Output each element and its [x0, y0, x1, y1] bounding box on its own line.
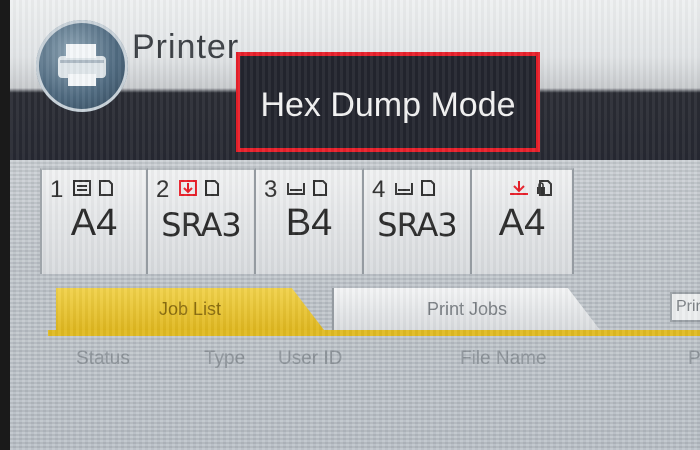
tray-2[interactable]: 2 SRA3 [148, 168, 256, 274]
tray-paper-size: B4 [285, 202, 333, 244]
tab-job-list[interactable]: Job List [56, 288, 324, 330]
tray-4[interactable]: 4 SRA3 [364, 168, 472, 274]
tray-paper-size: A4 [70, 202, 118, 244]
paper-tray-bar: 1 A4 2 SRA3 3 B4 4 SRA3 A4 [40, 168, 574, 274]
column-pages[interactable]: P [688, 348, 700, 370]
paper-feed-icon [179, 180, 197, 196]
paper-sheet-icon [205, 180, 219, 196]
tray-number: 2 [156, 176, 170, 203]
tray-paper-size: SRA3 [161, 206, 242, 244]
mode-label: Hex Dump Mode [260, 86, 516, 124]
tray-paper-size: A4 [498, 202, 546, 244]
column-status[interactable]: Status [76, 348, 130, 370]
tray-number: 4 [372, 176, 386, 203]
column-file-name[interactable]: File Name [460, 348, 547, 370]
tray-number: 3 [264, 176, 278, 203]
paper-sheet-icon [421, 180, 435, 196]
tray-1[interactable]: 1 A4 [40, 168, 148, 274]
job-tabs: Job List Print Jobs Prin [48, 288, 700, 344]
tray-paper-size: SRA3 [377, 206, 458, 244]
bypass-tray[interactable]: A4 [472, 168, 574, 274]
paper-stack-icon [73, 180, 91, 196]
printer-panel-screen: Printer Hex Dump Mode 1 A4 2 SRA3 3 B4 4… [10, 0, 700, 450]
bypass-feed-icon [510, 181, 528, 195]
print-button[interactable]: Prin [670, 292, 700, 322]
column-user-id[interactable]: User ID [278, 348, 342, 370]
paper-sheet-icon [99, 180, 113, 196]
tab-print-jobs[interactable]: Print Jobs [332, 288, 600, 330]
paper-sheet-icon [313, 180, 327, 196]
hex-dump-mode-indicator: Hex Dump Mode [236, 52, 540, 152]
tray-3[interactable]: 3 B4 [256, 168, 364, 274]
job-list-header: Status Type User ID File Name P [10, 344, 700, 374]
locked-paper-icon [537, 180, 552, 196]
app-title: Printer [132, 28, 240, 66]
tray-number: 1 [50, 176, 64, 203]
paper-tray-icon [395, 183, 413, 195]
column-type[interactable]: Type [204, 348, 245, 370]
paper-tray-icon [287, 183, 305, 195]
printer-icon [36, 20, 128, 112]
tab-underline [48, 330, 700, 336]
header-bar: Printer Hex Dump Mode [10, 0, 700, 160]
